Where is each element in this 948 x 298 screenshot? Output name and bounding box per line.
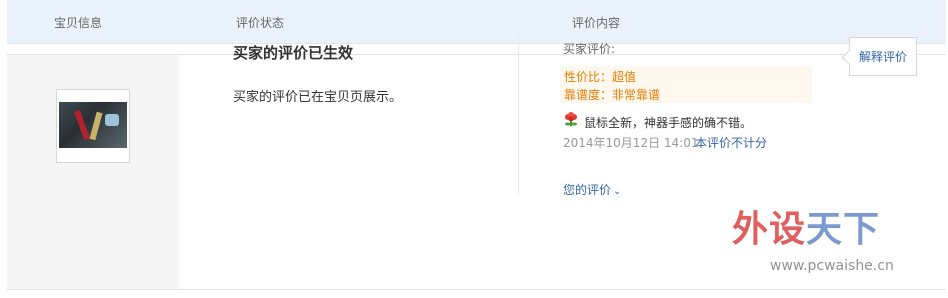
status-title: 买家的评价已生效 (233, 44, 354, 62)
item-info-cell (7, 55, 179, 289)
watermark-url: www.pcwaishe.cn (770, 258, 894, 274)
header-review-status: 评价状态 (236, 16, 285, 30)
column-divider (518, 28, 519, 194)
product-image (59, 102, 127, 148)
table-header: 宝贝信息 评价状态 评价内容 (7, 0, 946, 44)
buyer-review-label: 买家评价: (563, 42, 616, 56)
status-description: 买家的评价已在宝贝页展示。 (233, 90, 403, 105)
tag-value-for-money: 性价比：超值 (564, 70, 637, 84)
explain-review-label: 解释评价 (858, 50, 907, 64)
chevron-down-icon: ⌄ (613, 186, 622, 197)
item-thumbnail[interactable] (56, 89, 130, 163)
flower-icon (565, 112, 577, 126)
header-item-info: 宝贝信息 (54, 16, 103, 30)
your-review-toggle[interactable]: 您的评价 ⌄ (563, 181, 621, 198)
review-text: 鼠标全新，神器手感的确不错。 (584, 116, 753, 130)
review-tags: 性价比：超值 靠谱度：非常靠谱 (560, 66, 812, 103)
watermark-logo: 外设天下 (732, 209, 881, 250)
not-scored-link[interactable]: 本评价不计分 (695, 134, 767, 151)
header-review-content: 评价内容 (572, 16, 621, 30)
tag-reliability: 靠谱度：非常靠谱 (564, 88, 661, 102)
explain-review-button[interactable]: 解释评价 (849, 37, 917, 76)
your-review-label: 您的评价 (563, 183, 612, 197)
review-date: 2014年10月12日 14:01 (563, 136, 699, 150)
